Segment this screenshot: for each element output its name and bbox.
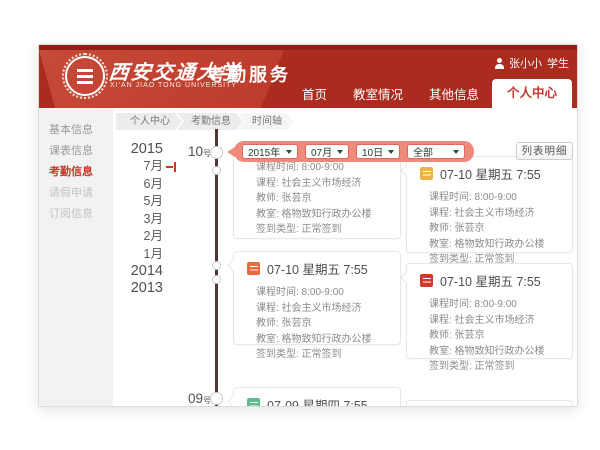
status-icon	[247, 262, 260, 275]
main-nav: 首页教室情况其他信息个人中心	[289, 79, 572, 108]
user-name: 张小小	[509, 55, 542, 71]
timeline-month-2月[interactable]: 2月	[115, 228, 163, 246]
chevron-down-icon	[337, 150, 343, 154]
timeline-day-10-label: 10号	[177, 143, 211, 161]
card-field-签到类型: 签到类型: 正常签到	[429, 359, 564, 375]
card-fields: 课程时间: 8:00-9:00课程: 社会主义市场经济教师: 张芸京教室: 格物…	[234, 281, 400, 369]
card-field-课程: 课程: 社会主义市场经济	[256, 301, 392, 317]
card-date-title: 07-09 星期四 7:55	[267, 395, 368, 407]
timeline-node	[212, 261, 221, 270]
card-field-课程时间: 课程时间: 8:00-9:00	[256, 160, 392, 176]
active-month-marker	[166, 166, 173, 168]
timeline-scale: 20157月6月5月3月2月1月20142013	[115, 141, 163, 297]
timeline-node	[210, 392, 223, 405]
sidebar-item-subscription-info[interactable]: 订阅信息	[39, 204, 113, 225]
card-date-title: 07-10 星期五 7:55	[440, 271, 541, 290]
timeline-year-2013[interactable]: 2013	[115, 280, 163, 297]
status-icon	[420, 167, 433, 180]
sidebar: 基本信息课表信息考勤信息请假申请订阅信息	[39, 108, 113, 406]
user-role: 学生	[547, 55, 569, 71]
breadcrumb: 个人中心考勤信息时间轴	[116, 113, 294, 130]
card-field-课程: 课程: 社会主义市场经济	[256, 176, 392, 192]
chevron-down-icon	[453, 150, 459, 154]
app-window: 西安交通大学 XI'AN JIAO TONG UNIVERSITY 考勤服务 张…	[38, 44, 578, 407]
card-field-教师: 教师: 张芸京	[256, 316, 392, 332]
attendance-card-left-2: 07-10 星期五 7:55 课程时间: 8:00-9:00课程: 社会主义市场经…	[233, 251, 401, 345]
card-field-教师: 教师: 张芸京	[429, 328, 564, 344]
app-header: 西安交通大学 XI'AN JIAO TONG UNIVERSITY 考勤服务 张…	[39, 45, 577, 108]
sidebar-item-basic-info[interactable]: 基本信息	[39, 120, 113, 141]
attendance-card-left-1: 课程时间: 8:00-9:00课程: 社会主义市场经济教师: 张芸京教室: 格物…	[233, 149, 401, 239]
timeline-day-09-label: 09号	[177, 390, 211, 407]
nav-item-home[interactable]: 首页	[289, 82, 340, 108]
attendance-card-right-1: 07-10 星期五 7:55 课程时间: 8:00-9:00课程: 社会主义市场经…	[406, 156, 573, 253]
card-field-课程时间: 课程时间: 8:00-9:00	[429, 190, 564, 206]
day-number: 10	[188, 144, 203, 159]
sidebar-item-leave-request[interactable]: 请假申请	[39, 183, 113, 204]
card-fields: 课程时间: 8:00-9:00课程: 社会主义市场经济教师: 张芸京教室: 格物…	[407, 293, 572, 381]
card-field-签到类型: 签到类型: 正常签到	[256, 347, 392, 363]
card-header: 07-09 星期四 7:55	[234, 388, 400, 407]
card-field-课程: 课程: 社会主义市场经济	[429, 313, 564, 329]
breadcrumb-item-attendance-info[interactable]: 考勤信息	[177, 113, 243, 130]
timeline-year-2014[interactable]: 2014	[115, 263, 163, 280]
day-select-value: 10日	[362, 144, 383, 159]
card-header: 07-10 星期五 7:55	[234, 252, 400, 281]
person-icon	[495, 58, 504, 69]
year-select-value: 2015年	[248, 144, 280, 159]
card-field-教室: 教室: 格物致知行政办公楼	[429, 237, 564, 253]
timeline-year-2015[interactable]: 2015	[115, 141, 163, 158]
nav-item-other-info[interactable]: 其他信息	[416, 82, 492, 108]
card-date-title: 07-10 星期五 7:55	[267, 259, 368, 278]
timeline-month-5月[interactable]: 5月	[115, 193, 163, 211]
timeline-node	[210, 146, 223, 159]
timeline-node	[212, 275, 221, 284]
day-number: 09	[188, 391, 203, 406]
attendance-card-right-3	[406, 400, 573, 407]
card-field-课程时间: 课程时间: 8:00-9:00	[429, 297, 564, 313]
card-field-课程时间: 课程时间: 8:00-9:00	[256, 285, 392, 301]
breadcrumb-item-timeline[interactable]: 时间轴	[238, 113, 294, 130]
timeline-month-7月[interactable]: 7月	[115, 158, 163, 176]
day-select[interactable]: 10日	[356, 144, 400, 159]
card-field-教室: 教室: 格物致知行政办公楼	[256, 332, 392, 348]
card-date-title: 07-10 星期五 7:55	[440, 164, 541, 183]
attendance-card-right-2: 07-10 星期五 7:55 课程时间: 8:00-9:00课程: 社会主义市场经…	[406, 263, 573, 359]
card-field-签到类型: 签到类型: 正常签到	[256, 222, 392, 238]
card-field-课程: 课程: 社会主义市场经济	[429, 206, 564, 222]
card-fields: 课程时间: 8:00-9:00课程: 社会主义市场经济教师: 张芸京教室: 格物…	[407, 186, 572, 274]
nav-item-classroom-status[interactable]: 教室情况	[340, 82, 416, 108]
timeline-month-6月[interactable]: 6月	[115, 176, 163, 194]
status-icon	[420, 274, 433, 287]
type-select[interactable]: 全部	[407, 144, 465, 159]
card-header: 07-10 星期五 7:55	[407, 264, 572, 293]
timeline-month-1月[interactable]: 1月	[115, 246, 163, 264]
card-field-教室: 教室: 格物致知行政办公楼	[256, 207, 392, 223]
card-field-教室: 教室: 格物致知行政办公楼	[429, 344, 564, 360]
app-title: 考勤服务	[207, 61, 291, 87]
month-select[interactable]: 07月	[305, 144, 349, 159]
card-fields: 课程时间: 8:00-9:00课程: 社会主义市场经济教师: 张芸京教室: 格物…	[234, 150, 400, 244]
header-top-strip	[39, 45, 577, 50]
year-select[interactable]: 2015年	[242, 144, 298, 159]
chevron-down-icon	[388, 150, 394, 154]
chevron-down-icon	[286, 150, 292, 154]
university-logo-icon	[65, 56, 105, 96]
filter-bar: 2015年 07月 10日 全部	[234, 141, 474, 162]
user-info[interactable]: 张小小 学生	[495, 55, 569, 71]
timeline-month-3月[interactable]: 3月	[115, 211, 163, 229]
status-icon	[247, 398, 260, 407]
sidebar-item-timetable-info[interactable]: 课表信息	[39, 141, 113, 162]
card-field-教师: 教师: 张芸京	[429, 221, 564, 237]
timeline-node	[212, 166, 221, 175]
month-select-value: 07月	[311, 144, 332, 159]
sidebar-item-attendance-info[interactable]: 考勤信息	[39, 162, 113, 183]
type-select-value: 全部	[413, 144, 433, 159]
attendance-card-left-3: 07-09 星期四 7:55	[233, 387, 401, 407]
list-detail-button[interactable]: 列表明细	[516, 142, 573, 160]
nav-item-personal-center[interactable]: 个人中心	[492, 79, 572, 108]
breadcrumb-item-personal-center[interactable]: 个人中心	[116, 113, 182, 130]
card-field-教师: 教师: 张芸京	[256, 191, 392, 207]
